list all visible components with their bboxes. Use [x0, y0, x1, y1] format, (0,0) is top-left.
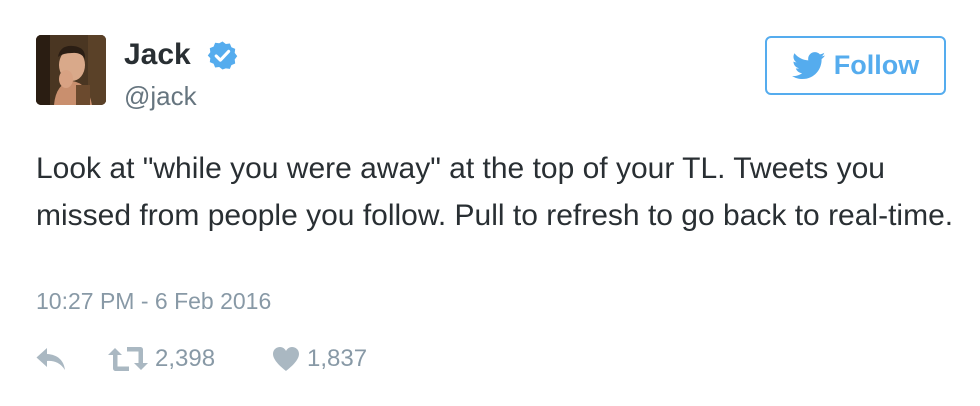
reply-icon — [36, 348, 65, 370]
tweet-timestamp[interactable]: 10:27 PM - 6 Feb 2016 — [36, 286, 271, 316]
avatar[interactable] — [36, 35, 106, 105]
twitter-bird-icon — [791, 51, 825, 79]
heart-icon — [273, 347, 299, 371]
retweet-count: 2,398 — [155, 345, 216, 372]
like-count: 1,837 — [307, 345, 368, 372]
like-button[interactable]: 1,837 — [272, 343, 367, 375]
author-name[interactable]: Jack — [124, 37, 191, 73]
retweet-icon — [108, 347, 148, 371]
avatar-photo — [36, 35, 106, 105]
author-handle[interactable]: @jack — [124, 81, 197, 111]
reply-button[interactable] — [36, 343, 66, 375]
follow-button[interactable]: Follow — [765, 36, 946, 95]
retweet-button[interactable]: 2,398 — [108, 343, 215, 375]
follow-button-label: Follow — [833, 50, 920, 80]
verified-badge-icon — [207, 41, 238, 70]
tweet-text: Look at "while you were away" at the top… — [36, 152, 954, 232]
tweet-card: Jack @jack Follow Look at "while you wer… — [0, 0, 980, 406]
